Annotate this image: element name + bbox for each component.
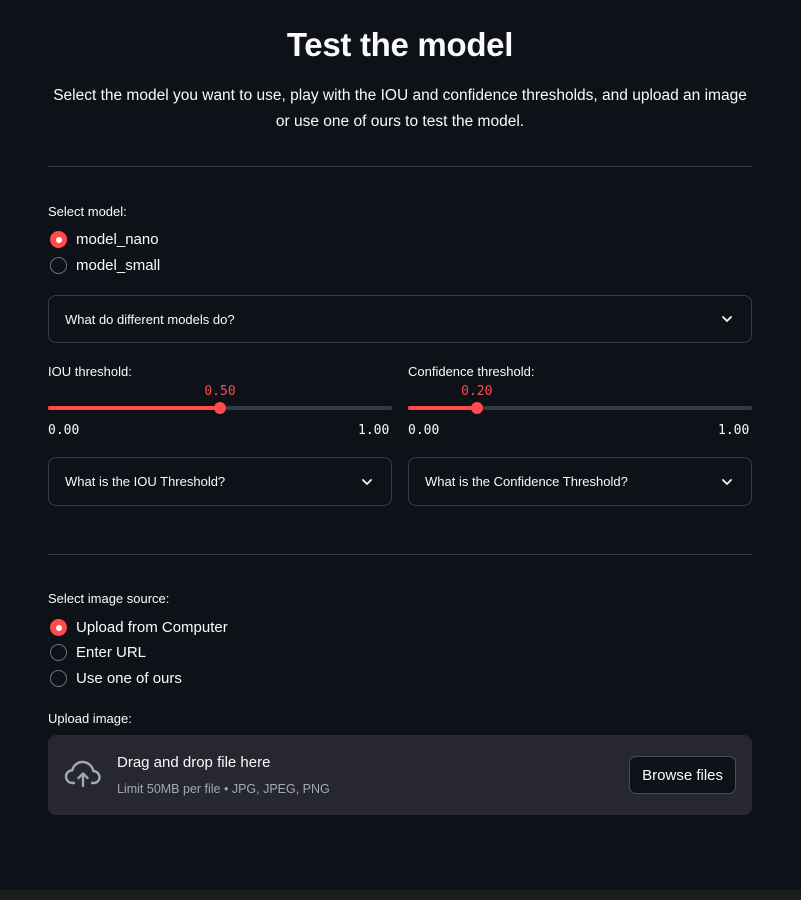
confidence-expander[interactable]: What is the Confidence Threshold? bbox=[408, 457, 752, 506]
expander-label: What do different models do? bbox=[65, 311, 235, 327]
browse-files-button[interactable]: Browse files bbox=[629, 756, 736, 794]
dropzone-title: Drag and drop file here bbox=[117, 754, 271, 771]
dropzone-limits: Limit 50MB per file • JPG, JPEG, PNG bbox=[117, 782, 330, 796]
radio-label: model_small bbox=[76, 257, 161, 274]
radio-label: Upload from Computer bbox=[76, 619, 228, 636]
bottom-strip bbox=[0, 890, 801, 900]
confidence-value: 0.20 bbox=[461, 384, 493, 399]
radio-unselected-icon[interactable] bbox=[50, 257, 67, 274]
radio-unselected-icon[interactable] bbox=[50, 670, 67, 687]
iou-min: 0.00 bbox=[48, 423, 80, 438]
models-expander[interactable]: What do different models do? bbox=[48, 295, 752, 343]
confidence-slider-fill bbox=[408, 406, 477, 410]
radio-model-small[interactable]: model_small bbox=[50, 257, 160, 274]
iou-slider[interactable] bbox=[48, 402, 392, 414]
divider bbox=[48, 166, 752, 167]
iou-slider-thumb[interactable] bbox=[214, 402, 226, 414]
source-label: Select image source: bbox=[48, 591, 170, 606]
radio-upload-from-computer[interactable]: Upload from Computer bbox=[50, 619, 228, 636]
divider bbox=[48, 554, 752, 555]
confidence-slider[interactable] bbox=[408, 402, 752, 414]
radio-label: Enter URL bbox=[76, 644, 147, 661]
confidence-label: Confidence threshold: bbox=[408, 364, 535, 379]
upload-label: Upload image: bbox=[48, 711, 132, 726]
confidence-slider-thumb[interactable] bbox=[470, 402, 483, 414]
iou-slider-fill bbox=[48, 406, 220, 410]
iou-value: 0.50 bbox=[204, 384, 236, 399]
iou-expander[interactable]: What is the IOU Threshold? bbox=[48, 457, 392, 506]
radio-selected-icon[interactable] bbox=[50, 619, 67, 636]
radio-enter-url[interactable]: Enter URL bbox=[50, 644, 146, 661]
iou-max: 1.00 bbox=[358, 423, 390, 438]
radio-model-nano[interactable]: model_nano bbox=[50, 231, 159, 248]
chevron-down-icon bbox=[722, 478, 732, 485]
expander-label: What is the IOU Threshold? bbox=[65, 474, 226, 489]
iou-label: IOU threshold: bbox=[48, 364, 132, 379]
model-label: Select model: bbox=[48, 204, 127, 219]
page-title: Test the model bbox=[286, 26, 514, 63]
cloud-upload-icon bbox=[64, 760, 101, 788]
confidence-min: 0.00 bbox=[408, 423, 440, 438]
expander-label: What is the Confidence Threshold? bbox=[425, 474, 628, 489]
radio-label: model_nano bbox=[76, 231, 159, 248]
confidence-max: 1.00 bbox=[718, 423, 750, 438]
radio-use-one-of-ours[interactable]: Use one of ours bbox=[50, 670, 182, 687]
chevron-down-icon bbox=[362, 478, 372, 485]
page-subtitle: Select the model you want to use, play w… bbox=[53, 87, 747, 130]
radio-label: Use one of ours bbox=[76, 670, 182, 687]
radio-unselected-icon[interactable] bbox=[50, 644, 67, 661]
chevron-down-icon bbox=[722, 316, 732, 322]
file-dropzone[interactable]: Drag and drop file here Limit 50MB per f… bbox=[48, 735, 752, 815]
radio-selected-icon[interactable] bbox=[50, 231, 67, 248]
